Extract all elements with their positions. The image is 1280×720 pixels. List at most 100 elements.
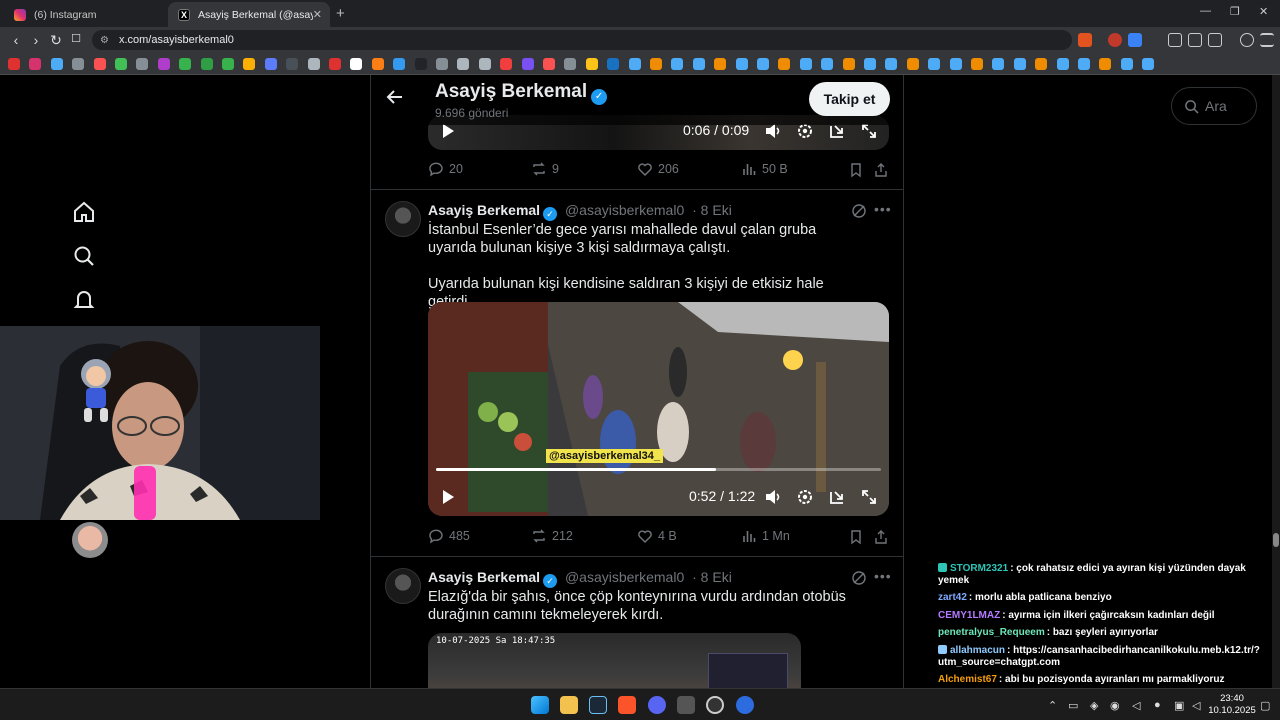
video-progress-bar[interactable] <box>436 468 881 471</box>
notifications-icon[interactable] <box>72 288 96 312</box>
bookmark-favicon-icon[interactable] <box>136 58 149 70</box>
bookmark-favicon-icon[interactable] <box>585 58 598 70</box>
home-icon[interactable] <box>72 200 96 224</box>
bookmark-favicon-icon[interactable] <box>50 58 63 70</box>
tweet-handle[interactable]: @asayisberkemal0 <box>565 569 684 585</box>
follow-button[interactable]: Takip et <box>809 82 890 116</box>
tweet-date[interactable]: · 8 Eki <box>692 202 732 218</box>
bookmark-favicon-icon[interactable] <box>8 58 20 70</box>
bookmark-favicon-icon[interactable] <box>864 58 876 70</box>
bookmark-favicon-icon[interactable] <box>264 58 277 70</box>
tweet-avatar[interactable] <box>385 201 421 237</box>
bookmark-favicon-icon[interactable] <box>286 58 299 70</box>
bookmark-favicon-icon[interactable] <box>778 58 791 70</box>
url-bar[interactable]: ⚙ x.com/asayisberkemal0 <box>92 30 1072 50</box>
bookmark-favicon-icon[interactable] <box>243 58 256 70</box>
bookmark-favicon-icon[interactable] <box>906 58 919 70</box>
steam-icon[interactable] <box>589 696 607 714</box>
grok-icon[interactable] <box>851 203 867 219</box>
video-player[interactable]: 10-07-2025 Sa 18:47:35 <box>428 633 801 688</box>
tab-instagram[interactable]: (6) Instagram <box>4 2 168 27</box>
new-tab-button[interactable]: + <box>336 5 345 22</box>
brave-shields-icon[interactable] <box>1078 33 1092 47</box>
minimize-icon[interactable]: — <box>1200 5 1211 17</box>
bookmark-favicon-icon[interactable] <box>714 58 727 70</box>
bookmark-favicon-icon[interactable] <box>949 58 962 70</box>
bookmark-favicon-icon[interactable] <box>607 58 620 70</box>
bookmark-favicon-icon[interactable] <box>1013 58 1026 70</box>
obs-icon[interactable] <box>706 696 724 714</box>
bookmark-icon[interactable]: ☐ <box>68 32 84 45</box>
system-clock[interactable]: 23:40 10.10.2025 <box>1207 693 1257 717</box>
bookmark-favicon-icon[interactable] <box>478 58 491 70</box>
bookmark-favicon-icon[interactable] <box>821 58 834 70</box>
bookmark-favicon-icon[interactable] <box>885 58 898 70</box>
extension-icon[interactable] <box>1128 33 1142 47</box>
bookmark-favicon-icon[interactable] <box>757 58 769 70</box>
bookmark-favicon-icon[interactable] <box>564 58 577 70</box>
fullscreen-icon[interactable] <box>860 488 878 506</box>
site-settings-icon[interactable]: ⚙ <box>100 35 109 46</box>
like-button[interactable]: 206 <box>637 161 679 177</box>
extension-icon[interactable] <box>1108 33 1122 47</box>
bookmark-favicon-icon[interactable] <box>93 58 106 70</box>
tweet[interactable]: Asayiş Berkemal ✓ @asayisberkemal0 · 8 Ek… <box>371 556 903 688</box>
bookmark-favicon-icon[interactable] <box>115 58 127 70</box>
tweet[interactable]: Asayiş Berkemal ✓ @asayisberkemal0 · 8 Ek… <box>371 189 903 555</box>
chat-username[interactable]: STORM2321 <box>950 563 1008 574</box>
forward-icon[interactable]: › <box>28 32 44 48</box>
chat-username[interactable]: allahmacun <box>950 645 1005 656</box>
chat-username[interactable]: zart42 <box>938 592 967 603</box>
notification-icon[interactable]: ▢ <box>1260 699 1270 712</box>
reload-icon[interactable]: ↻ <box>48 32 64 49</box>
views-button[interactable]: 50 B <box>741 161 788 177</box>
bookmark-favicon-icon[interactable] <box>628 58 641 70</box>
bookmark-favicon-icon[interactable] <box>393 58 406 70</box>
bookmark-favicon-icon[interactable] <box>971 58 983 70</box>
bookmark-favicon-icon[interactable] <box>29 58 42 70</box>
explore-icon[interactable] <box>72 244 96 268</box>
media-icon[interactable] <box>1240 33 1254 47</box>
puzzle-icon[interactable] <box>1188 33 1202 47</box>
bookmark-favicon-icon[interactable] <box>457 58 470 70</box>
discord-icon[interactable] <box>648 696 666 714</box>
start-icon[interactable] <box>531 696 549 714</box>
tweet-author-name[interactable]: Asayiş Berkemal <box>428 202 540 218</box>
bookmark-favicon-icon[interactable] <box>1142 58 1155 70</box>
bookmark-favicon-icon[interactable] <box>992 58 1005 70</box>
bookmark-favicon-icon[interactable] <box>799 58 812 70</box>
play-icon[interactable] <box>440 489 456 505</box>
tray-chevron-icon[interactable]: ⌃ <box>1048 699 1057 712</box>
more-options-icon[interactable]: ••• <box>874 568 892 584</box>
bookmark-favicon-icon[interactable] <box>543 58 555 70</box>
play-icon[interactable] <box>440 123 456 139</box>
back-icon[interactable]: ‹ <box>8 32 24 48</box>
repost-button[interactable]: 9 <box>531 161 559 177</box>
file-explorer-icon[interactable] <box>560 696 578 714</box>
chat-username[interactable]: CEMY1LMAZ <box>938 610 1000 621</box>
brave-icon[interactable] <box>618 696 636 714</box>
bookmark-favicon-icon[interactable] <box>671 58 684 70</box>
bookmark-favicon-icon[interactable] <box>371 58 384 70</box>
reply-button[interactable]: 485 <box>428 528 470 544</box>
tweet-avatar[interactable] <box>385 568 421 604</box>
chat-username[interactable]: penetralyus_Requeem <box>938 627 1045 638</box>
extension-icon[interactable] <box>1168 33 1182 47</box>
page-scrollbar[interactable] <box>1272 75 1280 688</box>
bookmark-favicon-icon[interactable] <box>1035 58 1048 70</box>
bookmark-favicon-icon[interactable] <box>414 58 427 70</box>
bookmark-favicon-icon[interactable] <box>350 58 363 70</box>
bookmark-tweet-icon[interactable] <box>848 529 864 545</box>
chat-username[interactable]: Alchemist67 <box>938 674 997 685</box>
bookmark-favicon-icon[interactable] <box>928 58 941 70</box>
bookmark-tweet-icon[interactable] <box>848 162 864 178</box>
network-icon[interactable]: ▣ <box>1174 699 1184 712</box>
bookmark-favicon-icon[interactable] <box>521 58 534 70</box>
bookmark-favicon-icon[interactable] <box>200 58 213 70</box>
menu-icon[interactable] <box>1260 33 1274 47</box>
scrollbar-thumb[interactable] <box>1273 533 1279 547</box>
share-icon[interactable] <box>873 529 889 545</box>
reply-button[interactable]: 20 <box>428 161 463 177</box>
app-icon[interactable] <box>677 696 695 714</box>
share-icon[interactable] <box>873 162 889 178</box>
